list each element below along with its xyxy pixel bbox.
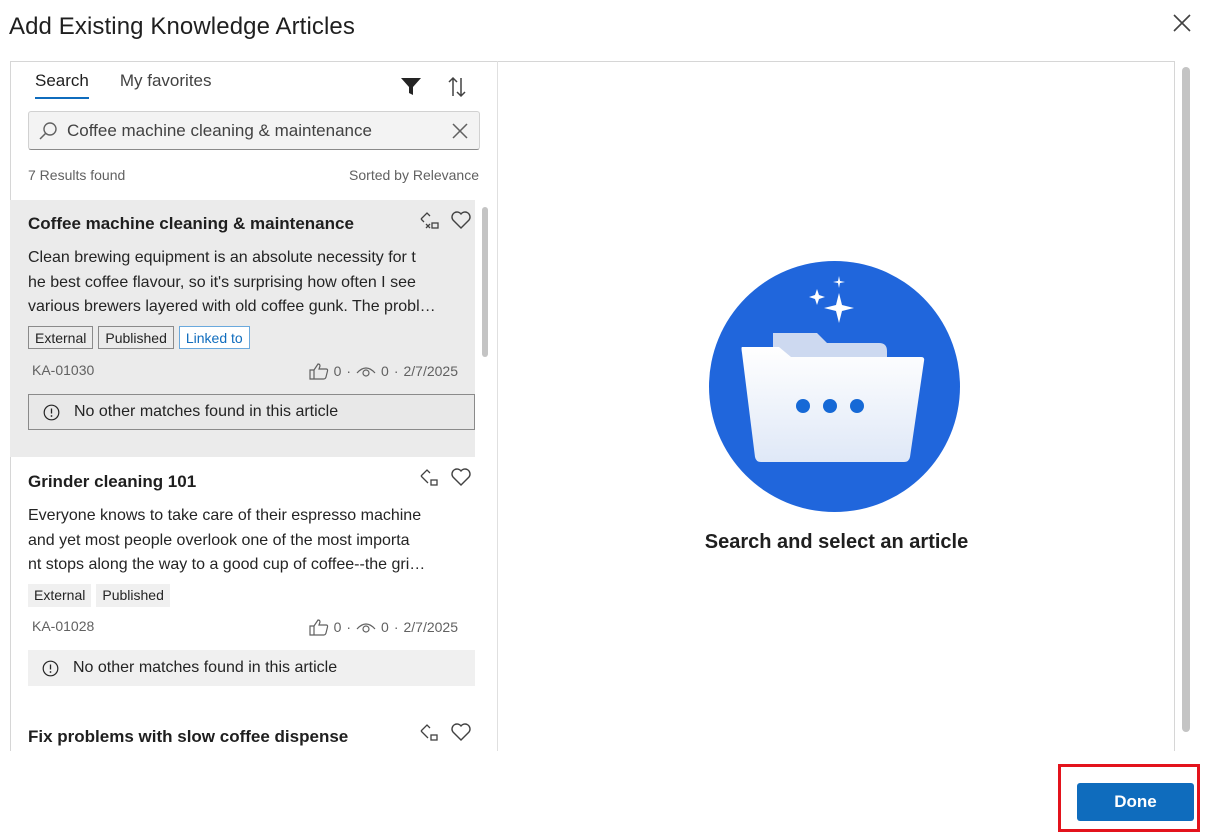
favorite-button[interactable] — [450, 466, 472, 488]
sort-label: Sorted by Relevance — [349, 167, 479, 183]
search-icon — [39, 122, 57, 140]
article-id: KA-01030 — [32, 362, 95, 378]
heart-icon — [451, 468, 471, 486]
tab-bar: Search My favorites — [35, 71, 212, 101]
article-date: 2/7/2025 — [403, 619, 459, 635]
meta-dot: · — [346, 619, 352, 635]
favorite-button[interactable] — [450, 721, 472, 743]
unlink-icon — [420, 212, 439, 229]
link-icon — [420, 724, 438, 741]
unlink-button[interactable] — [418, 209, 440, 231]
sort-icon — [448, 76, 466, 98]
close-button[interactable] — [1170, 11, 1194, 35]
results-list: Coffee machine cleaning & maintenance Cl… — [10, 200, 480, 751]
thumbs-up-icon — [308, 619, 328, 636]
card-title[interactable]: Fix problems with slow coffee dispense — [28, 727, 348, 747]
desc-line: nt stops along the way to a good cup of … — [28, 556, 426, 573]
tab-my-favorites[interactable]: My favorites — [120, 71, 212, 99]
desc-line: various brewers layered with old coffee … — [28, 298, 436, 315]
thumbs-up-icon — [308, 363, 328, 380]
views-count: 0 — [381, 619, 389, 635]
article-date: 2/7/2025 — [403, 363, 459, 379]
eye-icon — [356, 623, 376, 633]
clear-icon — [452, 123, 468, 139]
left-pane: Search My favorites 7 Results found Sort… — [10, 61, 498, 751]
tag-external: External — [28, 326, 94, 349]
meta-dot: · — [393, 619, 399, 635]
info-icon — [42, 660, 59, 676]
desc-line: Clean brewing equipment is an absolute n… — [28, 249, 416, 266]
card-actions — [418, 721, 472, 743]
sort-button[interactable] — [446, 75, 468, 99]
likes-count: 0 — [333, 619, 342, 635]
clear-search-button[interactable] — [450, 121, 470, 141]
card-actions — [418, 466, 472, 488]
right-pane: Search and select an article — [498, 61, 1175, 751]
notice-text: No other matches found in this article — [74, 403, 339, 420]
card-meta: KA-01028 0 · 0 · 2/7/2025 — [32, 618, 459, 636]
tag-published: Published — [98, 326, 174, 349]
search-box — [28, 111, 480, 150]
folder-illustration — [709, 261, 960, 512]
favorite-button[interactable] — [450, 209, 472, 231]
heart-icon — [451, 723, 471, 741]
card-description: Everyone knows to take care of their esp… — [28, 504, 474, 578]
card-actions — [418, 209, 472, 231]
desc-line: and yet most people overlook one of the … — [28, 531, 410, 549]
result-card[interactable]: Coffee machine cleaning & maintenance Cl… — [10, 200, 475, 457]
match-notice: No other matches found in this article — [28, 650, 475, 686]
info-icon — [43, 404, 60, 420]
tag-external: External — [28, 584, 92, 607]
notice-text: No other matches found in this article — [73, 659, 338, 676]
article-stats: 0 · 0 · 2/7/2025 — [308, 618, 459, 636]
card-tags: External Published — [28, 584, 170, 607]
card-title[interactable]: Coffee machine cleaning & maintenance — [28, 214, 354, 234]
match-notice: No other matches found in this article — [28, 394, 475, 430]
result-card[interactable]: Fix problems with slow coffee dispense — [10, 707, 475, 751]
close-icon — [1173, 14, 1191, 32]
desc-line: Everyone knows to take care of their esp… — [28, 507, 422, 524]
empty-state-text: Search and select an article — [704, 531, 969, 553]
tag-published: Published — [96, 584, 170, 607]
tag-linked-to: Linked to — [178, 326, 250, 349]
search-input[interactable] — [67, 112, 437, 149]
card-title[interactable]: Grinder cleaning 101 — [28, 472, 196, 492]
filter-button[interactable] — [400, 77, 422, 97]
desc-line: he best coffee flavour, so it's surprisi… — [28, 273, 416, 291]
done-button[interactable]: Done — [1077, 783, 1194, 821]
result-card[interactable]: Grinder cleaning 101 Everyone knows to t… — [10, 457, 475, 707]
eye-icon — [356, 367, 376, 377]
link-button[interactable] — [418, 721, 440, 743]
card-meta: KA-01030 0 · 0 · 2/7/2025 — [32, 362, 459, 380]
tab-search[interactable]: Search — [35, 71, 89, 99]
dialog-scrollbar[interactable] — [1182, 67, 1190, 732]
meta-dot: · — [393, 363, 399, 379]
meta-dot: · — [346, 363, 352, 379]
results-scrollbar[interactable] — [482, 207, 488, 357]
results-count: 7 Results found — [28, 167, 126, 183]
heart-icon — [451, 211, 471, 229]
card-description: Clean brewing equipment is an absolute n… — [28, 246, 474, 320]
link-button[interactable] — [418, 466, 440, 488]
link-icon — [420, 469, 438, 486]
card-tags: External Published Linked to — [28, 326, 250, 349]
article-id: KA-01028 — [32, 618, 95, 634]
filter-icon — [401, 78, 421, 95]
likes-count: 0 — [333, 363, 342, 379]
dialog-title: Add Existing Knowledge Articles — [9, 13, 355, 40]
views-count: 0 — [381, 363, 389, 379]
article-stats: 0 · 0 · 2/7/2025 — [308, 362, 459, 380]
